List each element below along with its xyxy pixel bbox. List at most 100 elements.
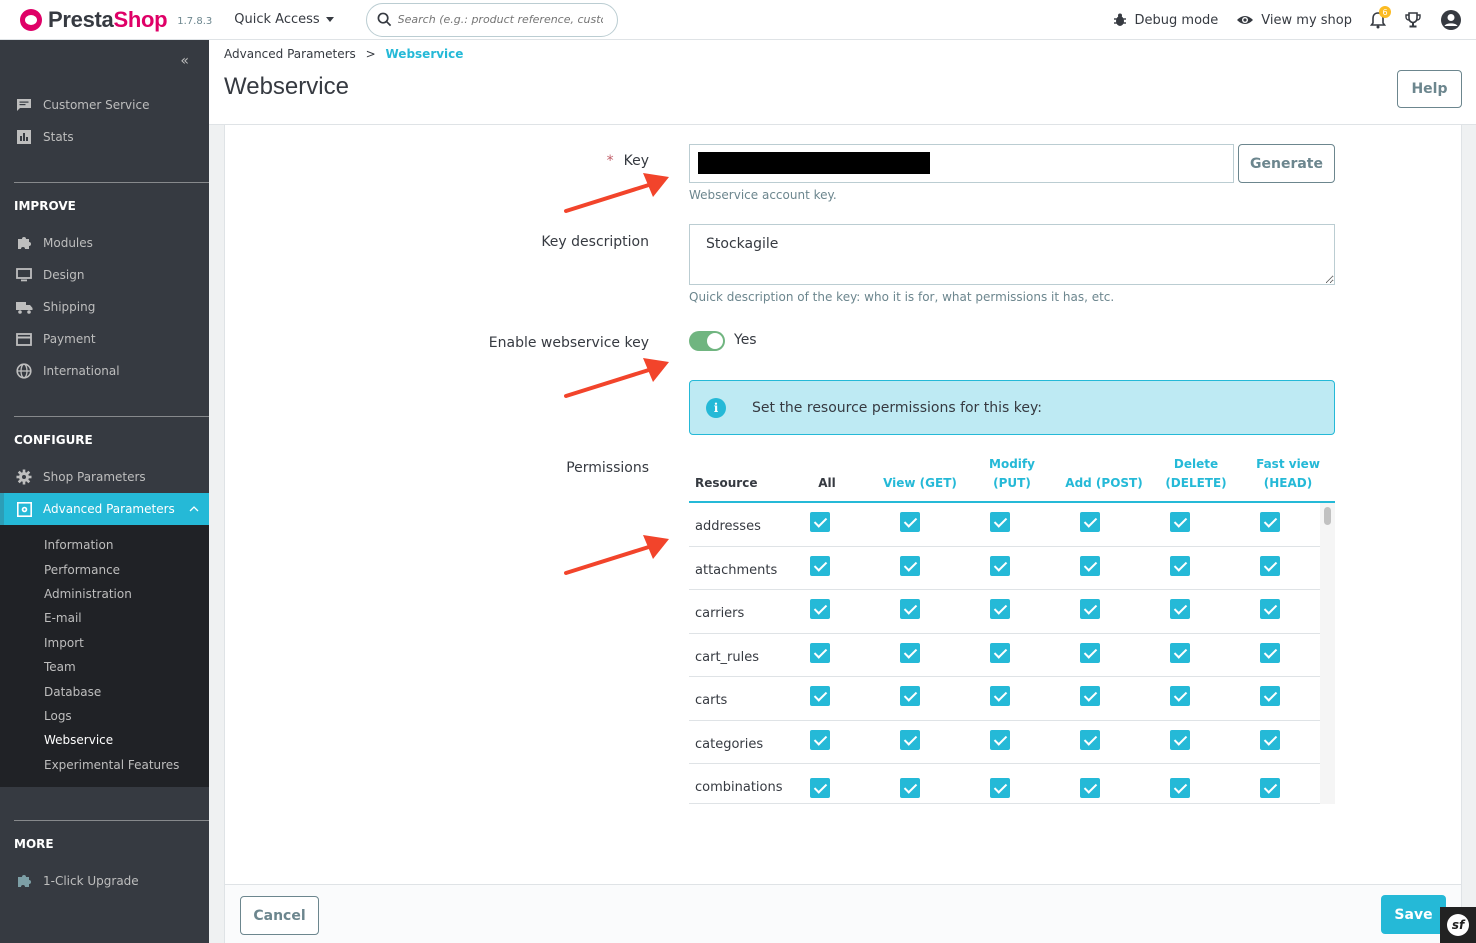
quick-access-dropdown[interactable]: Quick Access xyxy=(234,12,334,27)
checkbox-delete[interactable] xyxy=(1170,599,1190,619)
checkbox-add[interactable] xyxy=(1080,512,1100,532)
checkbox-view[interactable] xyxy=(900,642,920,663)
sub-item-database[interactable]: Database xyxy=(0,679,209,703)
sub-item-import[interactable]: Import xyxy=(0,631,209,655)
arrow-annotation-enable xyxy=(564,358,669,398)
sub-item-information[interactable]: Information xyxy=(0,533,209,557)
collapse-sidebar-icon[interactable]: « xyxy=(180,53,189,69)
sub-item-performance[interactable]: Performance xyxy=(0,557,209,581)
help-button[interactable]: Help xyxy=(1397,70,1462,108)
checkbox-fast-view[interactable] xyxy=(1260,512,1280,532)
checkbox-fast-view[interactable] xyxy=(1260,778,1280,798)
trophy-icon xyxy=(1405,12,1421,28)
sidebar-item-international[interactable]: International xyxy=(0,355,209,387)
scrollbar-thumb[interactable] xyxy=(1324,507,1331,525)
column-header-delete[interactable]: Delete (DELETE) xyxy=(1151,455,1241,493)
checkbox-delete[interactable] xyxy=(1170,642,1190,663)
checkbox-add[interactable] xyxy=(1080,642,1100,663)
generate-button[interactable]: Generate xyxy=(1238,144,1335,183)
sidebar-divider xyxy=(14,820,209,821)
sidebar-item-one-click-upgrade[interactable]: 1-Click Upgrade xyxy=(0,865,209,897)
checkbox-view[interactable] xyxy=(900,599,920,619)
view-shop-label: View my shop xyxy=(1261,12,1352,28)
account-button[interactable] xyxy=(1440,9,1462,31)
notifications-button[interactable]: 6 xyxy=(1370,6,1391,29)
checkbox-all[interactable] xyxy=(810,729,830,750)
view-shop-link[interactable]: View my shop xyxy=(1236,13,1352,28)
checkbox-fast-view[interactable] xyxy=(1260,642,1280,663)
column-header-view[interactable]: View (GET) xyxy=(875,474,965,493)
checkbox-fast-view[interactable] xyxy=(1260,599,1280,619)
search-input[interactable] xyxy=(397,13,603,26)
sidebar-item-advanced-parameters[interactable]: Advanced Parameters xyxy=(0,493,209,525)
checkbox-delete[interactable] xyxy=(1170,778,1190,798)
sidebar-item-stats[interactable]: Stats xyxy=(0,121,209,153)
sidebar-item-shipping[interactable]: Shipping xyxy=(0,291,209,323)
page-title: Webservice xyxy=(224,73,349,100)
checkbox-add[interactable] xyxy=(1080,555,1100,576)
key-input[interactable] xyxy=(689,144,1234,183)
checkbox-fast-view[interactable] xyxy=(1260,555,1280,576)
checkbox-add[interactable] xyxy=(1080,599,1100,619)
resource-name: attachments xyxy=(695,562,778,578)
search-box[interactable] xyxy=(365,2,618,37)
column-header-all[interactable]: All xyxy=(815,474,839,493)
checkbox-view[interactable] xyxy=(900,686,920,706)
cancel-button[interactable]: Cancel xyxy=(240,896,319,935)
table-row: carts xyxy=(689,677,1335,721)
sidebar-item-design[interactable]: Design xyxy=(0,259,209,291)
checkbox-add[interactable] xyxy=(1080,686,1100,706)
sub-item-logs[interactable]: Logs xyxy=(0,704,209,728)
checkbox-modify[interactable] xyxy=(990,686,1010,706)
sidebar-item-payment[interactable]: Payment xyxy=(0,323,209,355)
key-description-textarea[interactable]: Stockagile xyxy=(689,224,1335,285)
column-header-add[interactable]: Add (POST) xyxy=(1059,474,1149,493)
checkbox-fast-view[interactable] xyxy=(1260,729,1280,750)
permissions-scrollbar[interactable] xyxy=(1320,503,1335,804)
checkbox-add[interactable] xyxy=(1080,729,1100,750)
checkbox-view[interactable] xyxy=(900,512,920,532)
sub-item-email[interactable]: E-mail xyxy=(0,606,209,630)
column-header-modify[interactable]: Modify (PUT) xyxy=(967,455,1057,493)
checkbox-all[interactable] xyxy=(810,555,830,576)
checkbox-view[interactable] xyxy=(900,778,920,798)
checkbox-delete[interactable] xyxy=(1170,686,1190,706)
checkbox-delete[interactable] xyxy=(1170,555,1190,576)
checkbox-all[interactable] xyxy=(810,599,830,619)
checkbox-modify[interactable] xyxy=(990,729,1010,750)
column-header-fast-view[interactable]: Fast view (HEAD) xyxy=(1243,455,1333,493)
checkbox-all[interactable] xyxy=(810,642,830,663)
checkbox-modify[interactable] xyxy=(990,778,1010,798)
column-header-add-text: Add (POST) xyxy=(1065,476,1143,490)
debug-mode-link[interactable]: Debug mode xyxy=(1112,12,1219,28)
checkbox-view[interactable] xyxy=(900,729,920,750)
checkbox-view[interactable] xyxy=(900,555,920,576)
sidebar-item-label: Customer Service xyxy=(43,98,150,112)
checkbox-all[interactable] xyxy=(810,686,830,706)
enable-webservice-key-toggle[interactable] xyxy=(689,331,725,351)
prestashop-logo[interactable]: PrestaShop xyxy=(20,7,168,33)
sidebar-item-modules[interactable]: Modules xyxy=(0,227,209,259)
sub-item-experimental-features[interactable]: Experimental Features xyxy=(0,753,209,777)
checkbox-modify[interactable] xyxy=(990,512,1010,532)
sidebar-item-customer-service[interactable]: Customer Service xyxy=(0,89,209,121)
breadcrumb-parent-link[interactable]: Advanced Parameters xyxy=(224,47,356,61)
sub-item-webservice[interactable]: Webservice xyxy=(0,728,209,752)
sub-item-administration[interactable]: Administration xyxy=(0,582,209,606)
checkbox-all[interactable] xyxy=(810,778,830,798)
breadcrumb-current-link[interactable]: Webservice xyxy=(386,47,464,61)
save-button[interactable]: Save xyxy=(1381,895,1446,934)
checkbox-add[interactable] xyxy=(1080,778,1100,798)
checkbox-delete[interactable] xyxy=(1170,512,1190,532)
debug-mode-label: Debug mode xyxy=(1134,12,1219,28)
checkbox-fast-view[interactable] xyxy=(1260,686,1280,706)
trophy-button[interactable] xyxy=(1404,11,1422,29)
sidebar-item-shop-parameters[interactable]: Shop Parameters xyxy=(0,461,209,493)
checkbox-modify[interactable] xyxy=(990,555,1010,576)
checkbox-delete[interactable] xyxy=(1170,729,1190,750)
checkbox-modify[interactable] xyxy=(990,642,1010,663)
sub-item-team[interactable]: Team xyxy=(0,655,209,679)
checkbox-modify[interactable] xyxy=(990,599,1010,619)
symfony-toolbar-badge[interactable]: sf xyxy=(1440,907,1476,943)
checkbox-all[interactable] xyxy=(810,512,830,532)
